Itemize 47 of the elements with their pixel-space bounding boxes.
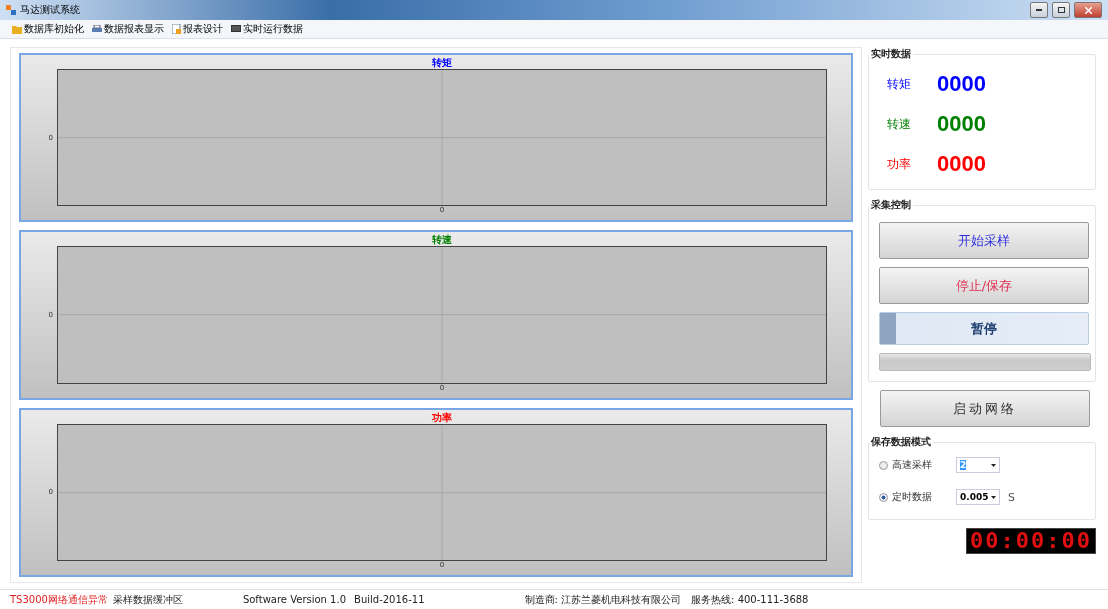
- status-text: 采样数据缓冲区: [112, 592, 183, 607]
- radio-button[interactable]: [879, 460, 888, 470]
- dropdown[interactable]: 0.005: [956, 489, 1000, 505]
- chart-title: 转速: [432, 234, 452, 247]
- menu-item[interactable]: 数据报表显示: [92, 22, 164, 36]
- radio-button[interactable]: [879, 492, 888, 502]
- window-title: 马达测试系统: [20, 3, 81, 17]
- radio-label: 定时数据: [892, 490, 933, 504]
- menu-item[interactable]: 实时运行数据: [231, 22, 303, 36]
- metric-label: 转矩: [887, 75, 912, 93]
- radio-label: 高速采样: [892, 458, 933, 472]
- group-title: 采集控制: [870, 198, 912, 212]
- unit-label: S: [1008, 490, 1015, 504]
- folder-icon: [12, 24, 22, 34]
- metric-value: 0000: [937, 71, 986, 97]
- metric-value: 0000: [937, 111, 986, 137]
- maximize-icon: [1057, 7, 1065, 13]
- status-text: 服务热线: 400-111-3688: [691, 592, 809, 607]
- printer-icon: [92, 24, 102, 34]
- action-button[interactable]: 停止/保存: [879, 267, 1089, 304]
- metric-value: 0000: [937, 151, 986, 177]
- chart-title: 功率: [432, 411, 452, 424]
- status-text: 制造商: 江苏兰菱机电科技有限公司: [524, 592, 682, 607]
- group-title: 实时数据: [870, 47, 912, 61]
- maximize-button[interactable]: [1052, 2, 1070, 18]
- minimize-icon: [1036, 9, 1042, 11]
- app-icon: [6, 5, 16, 15]
- minimize-button[interactable]: [1030, 2, 1048, 18]
- caret-icon: [991, 463, 996, 467]
- group-title: 保存数据模式: [870, 435, 932, 449]
- caret-icon: [991, 495, 996, 499]
- status-text: Software Version 1.0: [242, 594, 347, 605]
- chart-title: 转矩: [432, 57, 452, 69]
- monitor-icon: [231, 25, 241, 33]
- metric-label: 转速: [887, 115, 912, 133]
- status-text: Build-2016-11: [354, 594, 425, 605]
- menu-item[interactable]: 数据库初始化: [12, 22, 84, 36]
- network-button[interactable]: 启动网络: [880, 390, 1090, 427]
- menu-item[interactable]: 报表设计: [172, 22, 223, 36]
- close-button[interactable]: [1074, 2, 1102, 18]
- metric-label: 功率: [887, 155, 912, 173]
- status-text: TS3000网络通信异常: [10, 592, 108, 607]
- clock-display: 00:00:00: [966, 528, 1096, 554]
- close-icon: [1084, 6, 1092, 14]
- action-button[interactable]: 开始采样: [879, 222, 1089, 259]
- document-icon: [172, 24, 181, 34]
- pause-button[interactable]: 暂停: [879, 312, 1089, 345]
